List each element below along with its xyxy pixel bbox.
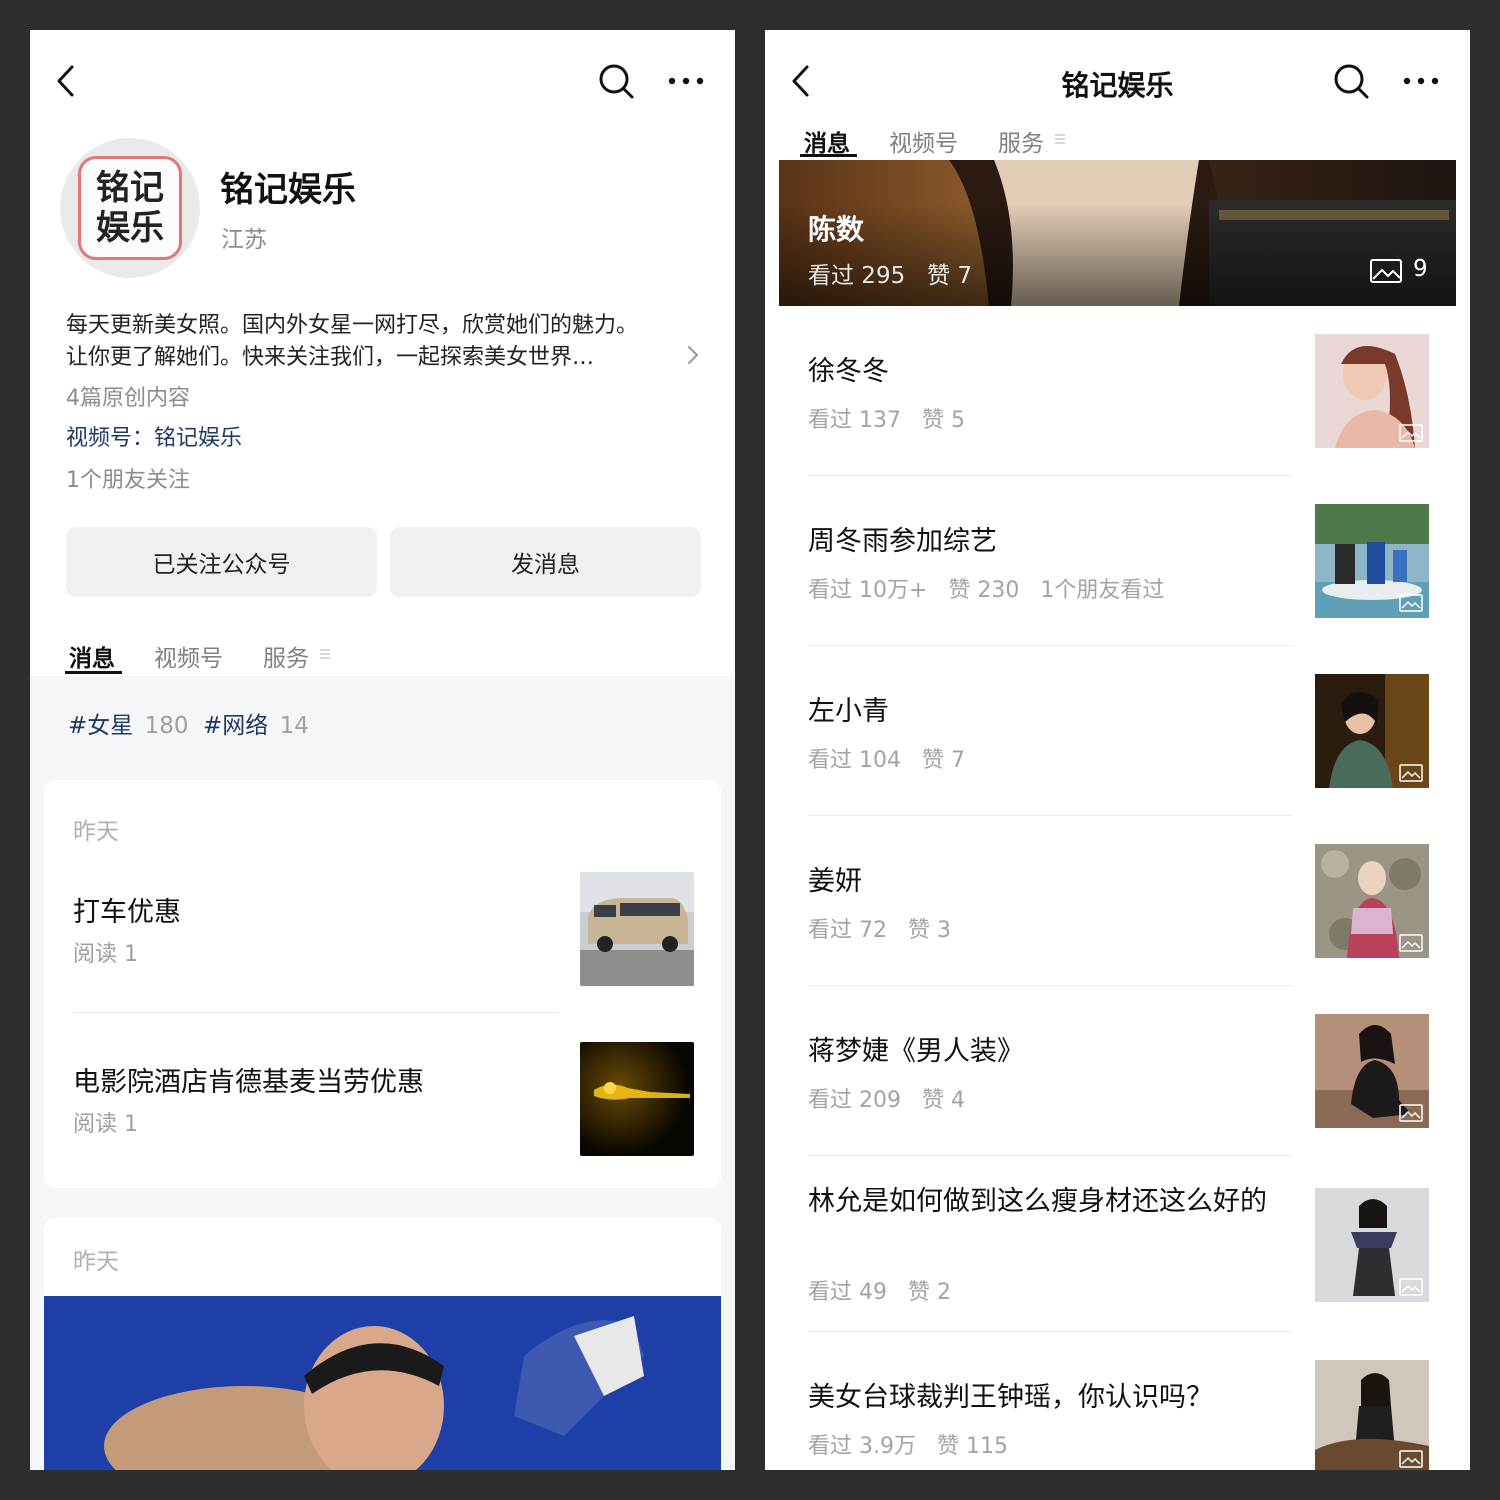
article-title: 左小青 [808, 696, 889, 727]
tab-messages[interactable]: 消息 [804, 124, 850, 158]
banner-image-count: 9 [1413, 256, 1428, 282]
article-meta: 看过 10万+ 赞 230 1个朋友看过 [808, 578, 1165, 603]
account-region: 江苏 [221, 227, 267, 253]
bio-expand-chevron-right-icon[interactable] [686, 344, 700, 366]
article-group-card: 昨天 打车优惠 阅读 1 电影院酒店肯德基麦当劳优惠 阅读 1 [44, 780, 721, 1188]
list-item[interactable]: 美女台球裁判王钟瑶，你认识吗？ 看过 3.9万 赞 115 [765, 1332, 1470, 1470]
avatar-logo-stamp: 铭记 娱乐 [78, 156, 182, 260]
article-thumbnail [1315, 504, 1429, 618]
article-thumbnail-van [580, 872, 694, 986]
account-avatar[interactable]: 铭记 娱乐 [60, 138, 200, 278]
article-meta: 看过 72 赞 3 [808, 918, 951, 943]
image-icon [1369, 258, 1403, 284]
group-date: 昨天 [73, 1249, 119, 1275]
list-item[interactable]: 姜妍 看过 72 赞 3 [765, 816, 1470, 986]
article-item[interactable]: 打车优惠 阅读 1 [44, 864, 721, 1004]
menu-lines-icon [319, 647, 331, 661]
back-chevron-left-icon[interactable] [52, 64, 82, 98]
article-title: 蒋梦婕《男人装》 [808, 1036, 1024, 1067]
article-list: 徐冬冬 看过 137 赞 5 周冬雨参加综艺 看过 10万+ 赞 230 1个朋… [765, 306, 1470, 1470]
original-count: 4篇原创内容 [66, 386, 190, 411]
article-meta: 看过 3.9万 赞 115 [808, 1434, 1008, 1459]
article-meta: 看过 104 赞 7 [808, 748, 965, 773]
article-title: 姜妍 [808, 866, 862, 897]
image-icon [1399, 594, 1423, 612]
article-item[interactable]: 电影院酒店肯德基麦当劳优惠 阅读 1 [44, 1034, 721, 1174]
article-title: 美女台球裁判王钟瑶，你认识吗？ [808, 1382, 1213, 1413]
tab-channels[interactable]: 视频号 [889, 124, 958, 158]
send-message-button[interactable]: 发消息 [390, 527, 701, 597]
article-title: 电影院酒店肯德基麦当劳优惠 [73, 1067, 424, 1098]
list-item[interactable]: 徐冬冬 看过 137 赞 5 [765, 306, 1470, 476]
list-item[interactable]: 左小青 看过 104 赞 7 [765, 646, 1470, 816]
divider [73, 1012, 559, 1013]
article-thumbnail [1315, 334, 1429, 448]
menu-lines-icon [1054, 132, 1066, 146]
bio-line: 每天更新美女照。国内外女星一网打尽，欣赏她们的魅力。 [66, 313, 639, 338]
tab-messages[interactable]: 消息 [69, 639, 115, 673]
image-icon [1399, 1104, 1423, 1122]
article-thumbnail-night-lights [580, 1042, 694, 1156]
list-item[interactable]: 蒋梦婕《男人装》 看过 209 赞 4 [765, 986, 1470, 1156]
channel-link[interactable]: 视频号：铭记娱乐 [66, 420, 242, 452]
tag-name: #女星 [68, 713, 134, 739]
active-tab-underline [65, 671, 122, 674]
list-item[interactable]: 林允是如何做到这么瘦身材还这么好的 看过 49 赞 2 [765, 1156, 1470, 1332]
article-meta: 看过 209 赞 4 [808, 1088, 965, 1113]
channel-name: 铭记娱乐 [154, 426, 243, 451]
article-meta: 看过 137 赞 5 [808, 408, 965, 433]
article-group-card: 昨天 [44, 1218, 721, 1470]
article-meta: 阅读 1 [73, 942, 138, 967]
article-meta: 看过 49 赞 2 [808, 1280, 951, 1305]
active-tab-underline [800, 154, 857, 157]
profile-screen: 铭记 娱乐 铭记娱乐 江苏 每天更新美女照。国内外女星一网打尽，欣赏她们的魅力。 … [30, 30, 735, 1470]
article-cover-image[interactable] [44, 1296, 721, 1470]
account-bio[interactable]: 每天更新美女照。国内外女星一网打尽，欣赏她们的魅力。 让你更了解她们。快来关注我… [66, 310, 696, 374]
banner-meta: 看过 295 赞 7 [808, 263, 973, 289]
group-date: 昨天 [73, 819, 119, 845]
image-icon [1399, 764, 1423, 782]
article-title: 周冬雨参加综艺 [808, 526, 997, 557]
search-icon[interactable] [1332, 62, 1370, 100]
featured-article-banner[interactable]: 陈数 看过 295 赞 7 9 [779, 160, 1456, 306]
image-icon [1399, 1278, 1423, 1296]
image-icon [1399, 1450, 1423, 1468]
article-list-screen: 铭记娱乐 消息 视频号 服务 陈数 看过 295 赞 7 9 徐冬冬 看过 13… [765, 30, 1470, 1470]
article-title: 打车优惠 [73, 897, 181, 928]
tag-name: #网络 [203, 713, 269, 739]
search-icon[interactable] [597, 62, 635, 100]
tag-network[interactable]: #网络 14 [203, 706, 309, 740]
tab-services[interactable]: 服务 [998, 124, 1044, 158]
list-item[interactable]: 周冬雨参加综艺 看过 10万+ 赞 230 1个朋友看过 [765, 476, 1470, 646]
article-title: 徐冬冬 [808, 356, 889, 387]
article-thumbnail [1315, 844, 1429, 958]
article-thumbnail [1315, 1014, 1429, 1128]
account-name: 铭记娱乐 [220, 170, 356, 210]
image-icon [1399, 934, 1423, 952]
tag-female-stars[interactable]: #女星 180 [68, 706, 189, 740]
tab-channels[interactable]: 视频号 [154, 639, 223, 673]
image-icon [1399, 424, 1423, 442]
article-thumbnail [1315, 1360, 1429, 1470]
bio-line: 让你更了解她们。快来关注我们，一起探索美女世界… [66, 345, 595, 370]
article-title: 林允是如何做到这么瘦身材还这么好的 [808, 1186, 1267, 1217]
channel-label: 视频号： [66, 426, 155, 451]
article-thumbnail [1315, 674, 1429, 788]
article-thumbnail [1315, 1188, 1429, 1302]
friends-following[interactable]: 1个朋友关注 [66, 462, 190, 494]
followed-account-button[interactable]: 已关注公众号 [66, 527, 377, 597]
article-meta: 阅读 1 [73, 1112, 138, 1137]
banner-title: 陈数 [808, 213, 865, 246]
more-dots-icon[interactable] [667, 76, 705, 86]
tab-services[interactable]: 服务 [263, 639, 309, 673]
tag-count: 180 [144, 713, 189, 739]
tag-count: 14 [279, 713, 309, 739]
more-dots-icon[interactable] [1402, 76, 1440, 86]
